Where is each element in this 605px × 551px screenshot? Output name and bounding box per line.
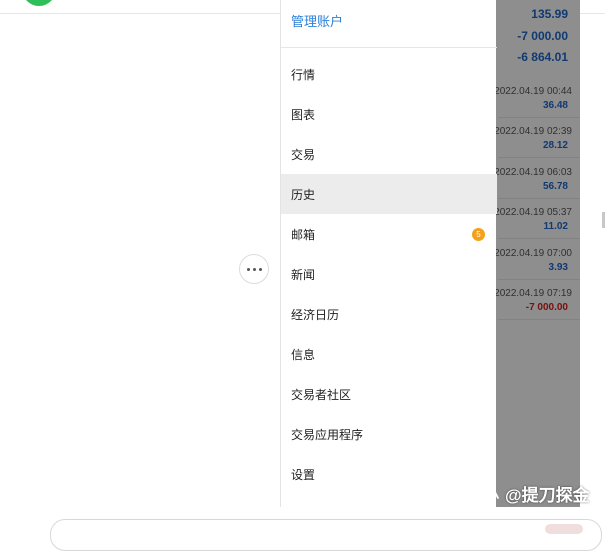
more-horizontal-icon (246, 267, 250, 271)
manage-accounts-link[interactable]: 管理账户 (291, 11, 343, 30)
menu-item-history[interactable]: 历史 (281, 174, 497, 214)
menu-item-news[interactable]: 新闻 (281, 254, 497, 294)
menu-item-economic-calendar[interactable]: 经济日历 (281, 294, 497, 334)
menu-item-traders-community[interactable]: 交易者社区 (281, 374, 497, 414)
drawer-menu: 行情 图表 交易 历史 邮箱 5 新闻 经济日历 信息 交易者社区 交易应用程序… (281, 54, 497, 494)
menu-item-settings[interactable]: 设置 (281, 454, 497, 494)
more-dot (252, 267, 256, 271)
drawer-divider (281, 47, 497, 48)
menu-item-messages[interactable]: 信息 (281, 334, 497, 374)
drawer-scrim[interactable] (496, 0, 580, 507)
menu-item-label: 经济日历 (291, 307, 340, 322)
bottom-action-pill[interactable] (545, 524, 583, 534)
menu-item-trade[interactable]: 交易 (281, 134, 497, 174)
watermark: @提刀探金 (484, 482, 590, 505)
more-options-button[interactable] (239, 254, 269, 284)
more-dot (258, 267, 262, 271)
bottom-input-bar[interactable] (50, 519, 602, 551)
menu-item-label: 历史 (291, 187, 316, 202)
sound-wave-icon (487, 486, 499, 499)
app-logo-fragment (22, 0, 56, 6)
menu-item-label: 交易应用程序 (291, 427, 364, 442)
menu-item-label: 信息 (291, 347, 316, 362)
navigation-drawer: 管理账户 行情 图表 交易 历史 邮箱 5 新闻 经济日历 信息 交易者社区 交… (280, 0, 497, 507)
menu-item-label: 新闻 (291, 267, 316, 282)
menu-item-label: 邮箱 (291, 227, 316, 242)
menu-item-quotes[interactable]: 行情 (281, 54, 497, 94)
menu-item-charts[interactable]: 图表 (281, 94, 497, 134)
menu-item-label: 行情 (291, 67, 316, 82)
menu-item-label: 设置 (291, 467, 316, 482)
menu-item-label: 交易者社区 (291, 387, 352, 402)
watermark-text: @提刀探金 (505, 485, 590, 505)
mobile-screen: 135.99 -7 000.00 -6 864.01 2022.04.19 00… (280, 0, 580, 507)
menu-item-label: 交易 (291, 147, 316, 162)
menu-item-label: 图表 (291, 107, 316, 122)
menu-item-trading-apps[interactable]: 交易应用程序 (281, 414, 497, 454)
menu-item-mailbox[interactable]: 邮箱 5 (281, 214, 497, 254)
mail-count-badge: 5 (472, 227, 485, 241)
